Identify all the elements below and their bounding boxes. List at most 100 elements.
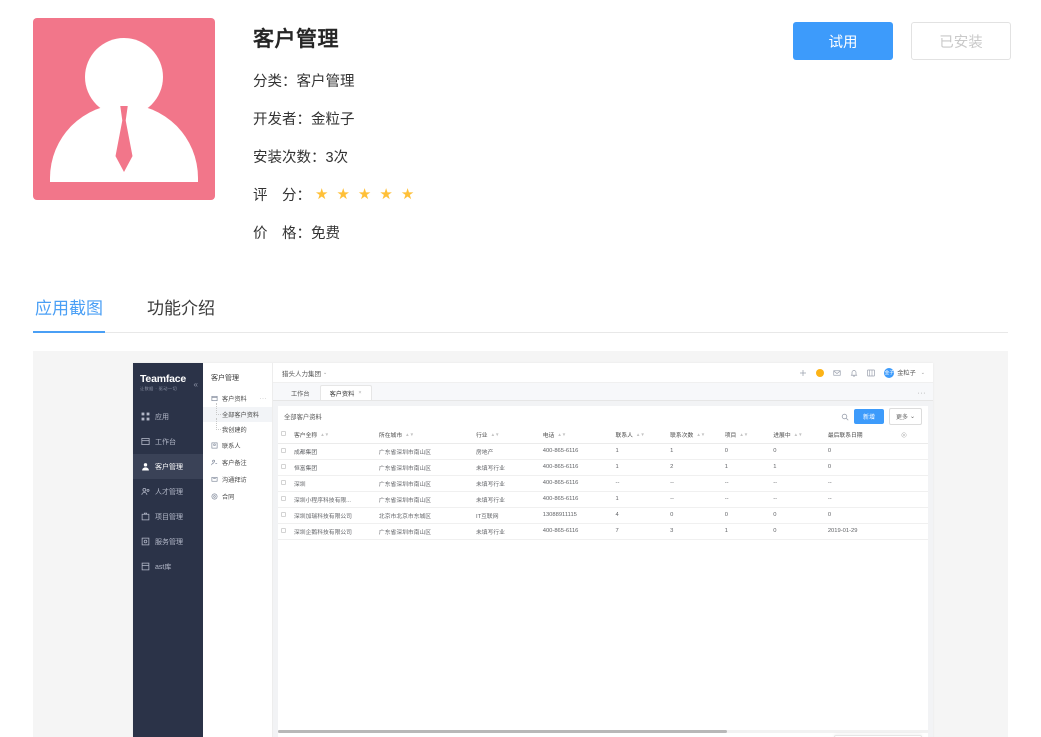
sort-icon[interactable]: ▲▼ xyxy=(491,432,500,437)
cell-project: 1 xyxy=(721,523,771,540)
column-label: 联系人 xyxy=(615,433,633,440)
row-checkbox[interactable] xyxy=(281,495,286,501)
table-row[interactable]: 深圳 广东省深圳市南山区 未填写行业 400-865-6116 -- -- --… xyxy=(278,475,928,492)
column-header-project[interactable]: 项目 ▲▼ xyxy=(721,427,771,444)
grid-icon[interactable] xyxy=(867,369,876,377)
row-checkbox[interactable] xyxy=(281,479,286,485)
more-button[interactable]: 更多 ⌄ xyxy=(888,408,922,425)
gear-icon[interactable] xyxy=(901,432,925,438)
sidebar-item-dashboard[interactable]: 工作台 xyxy=(133,429,203,454)
try-button[interactable]: 试用 xyxy=(793,22,893,60)
sort-icon[interactable]: ▲▼ xyxy=(794,432,803,437)
window-tab-customer-data[interactable]: 客户资料 × xyxy=(319,385,372,400)
column-header-industry[interactable]: 行业 ▲▼ xyxy=(472,427,540,444)
cell-phone: 400-865-6116 xyxy=(539,523,613,540)
column-header-contact[interactable]: 联系人 ▲▼ xyxy=(612,427,668,444)
table-row[interactable]: 深圳企鹅科技有限公司 广东省深圳市南山区 未填写行业 400-865-6116 … xyxy=(278,523,928,540)
sort-icon[interactable]: ▲▼ xyxy=(405,432,414,437)
cell-contact-count: -- xyxy=(667,475,722,492)
collapse-sidebar-icon[interactable]: « xyxy=(194,380,198,389)
sidebar-item-service[interactable]: 服务管理 xyxy=(133,529,203,554)
sort-icon[interactable]: ▲▼ xyxy=(739,432,748,437)
customer-table-card: 全部客户资料 新增 更多 ⌄ 客户全称 ▲▼ 所在城市 ▲▼ 行业 ▲▼ 电话 … xyxy=(278,406,928,737)
row-checkbox[interactable] xyxy=(281,463,286,469)
row-select-cell xyxy=(278,459,291,476)
plus-icon[interactable] xyxy=(799,369,807,377)
cell-phone: 400-865-6116 xyxy=(539,475,613,492)
select-all-checkbox[interactable] xyxy=(281,431,286,437)
customer-table-head: 客户全称 ▲▼ 所在城市 ▲▼ 行业 ▲▼ 电话 ▲▼ 联系人 ▲▼ 联系次数 ▲▼ 项目 ▲… xyxy=(278,427,928,540)
sun-icon[interactable] xyxy=(816,368,825,377)
submenu-item-customer-data[interactable]: 客户资料 ··· xyxy=(203,390,272,407)
submenu-item-customer-notes[interactable]: 客户备注 xyxy=(203,454,272,471)
column-label: 客户全称 xyxy=(294,433,318,440)
column-header-contact-count[interactable]: 联系次数 ▲▼ xyxy=(667,427,722,444)
sidebar-item-talent[interactable]: 人才管理 xyxy=(133,479,203,504)
table-row[interactable]: 深圳加瑞科技有限公司 北京市北京市东城区 IT互联网 13088911115 4… xyxy=(278,507,928,524)
customer-table-body: 成都集团 广东省深圳市南山区 房地产 400-865-6116 1 1 0 0 … xyxy=(278,443,928,540)
submenu-more-icon[interactable]: ··· xyxy=(260,396,268,402)
sort-icon[interactable]: ▲▼ xyxy=(636,432,645,437)
table-row[interactable]: 深圳小程序科技有限... 广东省深圳市南山区 未填写行业 400-865-611… xyxy=(278,491,928,508)
meta-label-installs: 安装次数： xyxy=(253,150,326,166)
submenu-item-contract[interactable]: 合同 xyxy=(203,488,272,505)
cell-last-contact-date: 0 xyxy=(824,443,898,460)
chevron-down-icon[interactable]: ⌄ xyxy=(323,370,327,376)
sidebar-item-project[interactable]: 项目管理 xyxy=(133,504,203,529)
column-settings-cell[interactable] xyxy=(897,427,928,444)
table-row[interactable]: 恒富集团 广东省深圳市南山区 未填写行业 400-865-6116 1 2 1 … xyxy=(278,459,928,476)
submenu-subitem-created-by-me[interactable]: 我创建的 xyxy=(203,418,272,437)
screenshot-gallery: Teamface 让数据 · 驱动一切 « 应用 工作台 客户管理 人才管理 项… xyxy=(33,351,1008,737)
cell-in-progress: 0 xyxy=(770,443,825,460)
bell-icon[interactable] xyxy=(850,369,858,377)
column-label: 电话 xyxy=(542,433,555,440)
cell-industry: 房地产 xyxy=(472,443,540,460)
row-checkbox[interactable] xyxy=(281,511,286,517)
cell-last-contact-date: 2019-01-29 xyxy=(824,523,898,540)
submenu-item-communication-visits[interactable]: 沟通拜访 xyxy=(203,471,272,488)
mail-icon[interactable] xyxy=(833,369,841,377)
sidebar-item-library[interactable]: ast库 xyxy=(133,554,203,579)
org-selector-label[interactable]: 猎头人力集团 xyxy=(282,368,321,378)
cell-name: 深圳 xyxy=(291,475,376,492)
table-row[interactable]: 成都集团 广东省深圳市南山区 房地产 400-865-6116 1 1 0 0 … xyxy=(278,443,928,460)
window-more-icon[interactable]: ··· xyxy=(918,390,927,397)
cell-last-contact-date: 0 xyxy=(824,507,898,524)
sidebar-item-apps[interactable]: 应用 xyxy=(133,404,203,429)
horizontal-scrollbar[interactable] xyxy=(278,730,928,733)
installed-button[interactable]: 已安装 xyxy=(911,22,1011,60)
column-header-name[interactable]: 客户全称 ▲▼ xyxy=(291,427,376,444)
row-checkbox[interactable] xyxy=(281,447,286,453)
tab-features[interactable]: 功能介绍 xyxy=(145,294,217,333)
search-icon[interactable] xyxy=(841,413,849,421)
cell-contact: 4 xyxy=(612,507,668,524)
close-icon[interactable]: × xyxy=(358,390,361,396)
submenu-item-contacts[interactable]: 联系人 xyxy=(203,437,272,454)
contact-icon xyxy=(211,442,218,449)
sort-icon[interactable]: ▲▼ xyxy=(557,432,566,437)
scrollbar-thumb[interactable] xyxy=(278,730,727,733)
service-icon xyxy=(141,537,150,546)
screenshot-topbar: 猎头人力集团 ⌄ 金子 金粒子 ⌄ xyxy=(273,363,933,383)
window-tab-workbench[interactable]: 工作台 xyxy=(281,385,320,400)
cell-industry: 未填写行业 xyxy=(472,491,540,508)
sidebar-item-label: 客户管理 xyxy=(155,463,183,471)
row-checkbox[interactable] xyxy=(281,527,286,533)
cell-in-progress: 0 xyxy=(770,523,825,540)
column-header-last-contact-date[interactable]: 最后联系日期 xyxy=(824,427,898,444)
submenu-subitem-all-customers[interactable]: 全部客户资料 xyxy=(203,403,272,422)
cell-actions xyxy=(897,443,928,460)
column-header-phone[interactable]: 电话 ▲▼ xyxy=(539,427,613,444)
cell-city: 北京市北京市东城区 xyxy=(375,507,473,524)
column-header-in-progress[interactable]: 进展中 ▲▼ xyxy=(770,427,825,444)
sidebar-item-customer[interactable]: 客户管理 xyxy=(133,454,203,479)
submenu-item-label: 客户备注 xyxy=(222,460,247,467)
column-header-city[interactable]: 所在城市 ▲▼ xyxy=(375,427,473,444)
sort-icon[interactable]: ▲▼ xyxy=(320,432,329,437)
tab-screenshots[interactable]: 应用截图 xyxy=(33,294,105,333)
talent-icon xyxy=(141,487,150,496)
add-button[interactable]: 新增 xyxy=(853,409,884,424)
cell-contact: 1 xyxy=(612,491,668,508)
sort-icon[interactable]: ▲▼ xyxy=(696,432,705,437)
user-menu[interactable]: 金子 金粒子 ⌄ xyxy=(884,367,925,378)
